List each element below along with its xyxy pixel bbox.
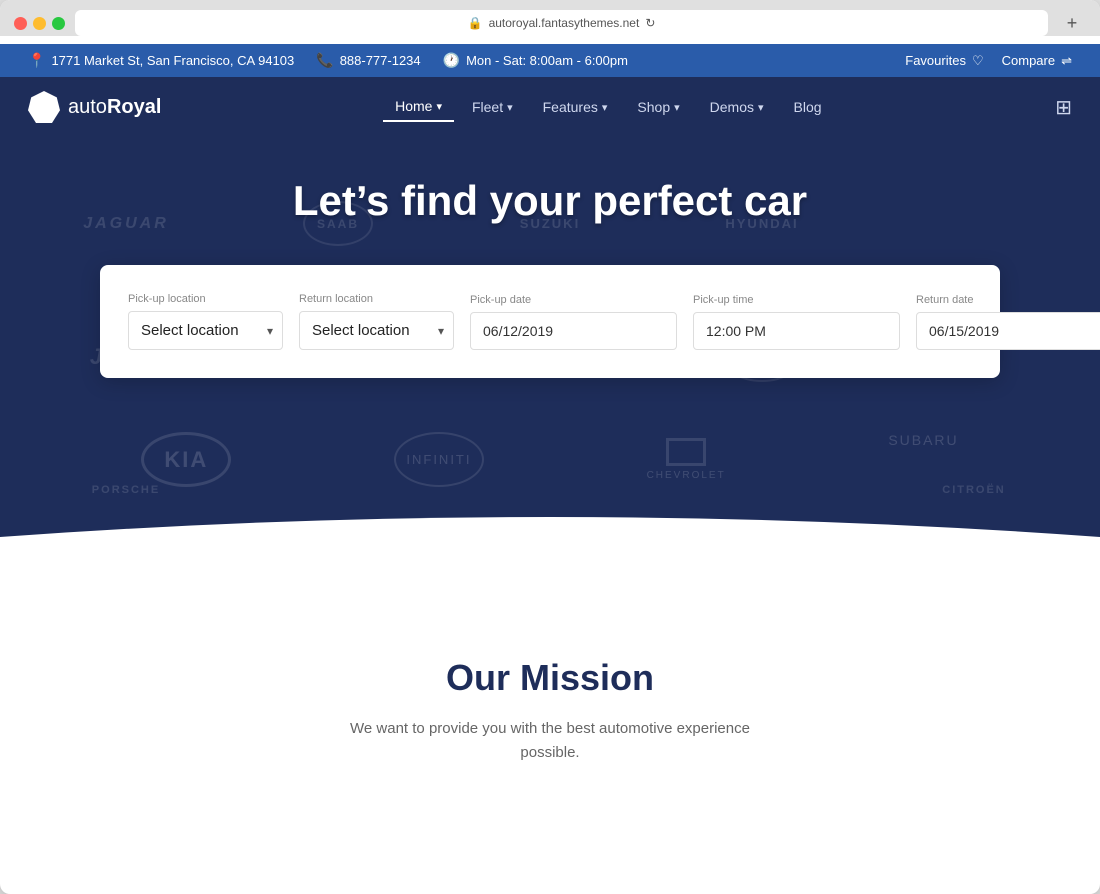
logo-bold: Royal	[107, 96, 161, 118]
close-button[interactable]	[14, 17, 27, 30]
return-date-label: Return date	[916, 294, 1100, 306]
hero-curve	[0, 497, 1100, 577]
return-location-wrapper: Select location	[299, 311, 454, 350]
navigation: autoRoyal Home ▾ Fleet ▾ Features ▾ Shop…	[0, 77, 1100, 137]
phone-text: 888-777-1234	[340, 53, 421, 68]
favourites-item[interactable]: Favourites ♡	[905, 53, 983, 69]
chevron-down-icon: ▾	[602, 101, 608, 114]
nav-home-label: Home	[395, 98, 432, 114]
hours-item: 🕐 Mon - Sat: 8:00am - 6:00pm	[443, 52, 628, 69]
address-text: 1771 Market St, San Francisco, CA 94103	[51, 53, 294, 68]
hero-title: Let’s find your perfect car	[293, 177, 807, 225]
brand-subaru: SUBARU	[888, 432, 958, 487]
location-icon: 📍	[28, 52, 45, 69]
reload-icon[interactable]: ↻	[645, 16, 655, 30]
phone-item: 📞 888-777-1234	[316, 52, 420, 69]
url-text: autoroyal.fantasythemes.net	[489, 16, 640, 30]
return-location-field: Return location Select location	[299, 293, 454, 350]
pickup-date-input[interactable]	[470, 312, 677, 350]
nav-item-demos[interactable]: Demos ▾	[698, 93, 776, 121]
compare-item[interactable]: Compare ⇌	[1002, 53, 1072, 69]
info-bar: 📍 1771 Market St, San Francisco, CA 9410…	[0, 44, 1100, 77]
hours-text: Mon - Sat: 8:00am - 6:00pm	[466, 53, 628, 68]
nav-item-blog[interactable]: Blog	[782, 93, 834, 121]
address-item: 📍 1771 Market St, San Francisco, CA 9410…	[28, 52, 294, 69]
info-bar-right: Favourites ♡ Compare ⇌	[905, 53, 1072, 69]
chevron-down-icon: ▾	[674, 101, 680, 114]
compare-text: Compare	[1002, 53, 1055, 68]
browser-window: 🔒 autoroyal.fantasythemes.net ↻ + 📍 1771…	[0, 0, 1100, 894]
nav-item-features[interactable]: Features ▾	[531, 93, 620, 121]
favourites-text: Favourites	[905, 53, 966, 68]
login-button[interactable]: ⊞	[1055, 95, 1072, 120]
minimize-button[interactable]	[33, 17, 46, 30]
pickup-date-field: Pick-up date	[470, 294, 677, 350]
pickup-time-label: Pick-up time	[693, 294, 900, 306]
mission-text: We want to provide you with the best aut…	[340, 717, 760, 765]
pickup-location-wrapper: Select location	[128, 311, 283, 350]
pickup-time-field: Pick-up time	[693, 294, 900, 350]
return-location-label: Return location	[299, 293, 454, 305]
pickup-time-input[interactable]	[693, 312, 900, 350]
brand-chevrolet: CHEVROLET	[647, 432, 726, 487]
chevron-down-icon: ▾	[758, 101, 764, 114]
nav-item-home[interactable]: Home ▾	[383, 92, 454, 122]
address-bar[interactable]: 🔒 autoroyal.fantasythemes.net ↻	[75, 10, 1048, 36]
chevron-down-icon: ▾	[436, 100, 442, 113]
brand-infiniti: INFINITI	[394, 432, 484, 487]
compare-icon: ⇌	[1061, 53, 1072, 69]
search-box: Pick-up location Select location Return …	[100, 265, 1000, 378]
nav-menu: Home ▾ Fleet ▾ Features ▾ Shop ▾ Demos ▾…	[383, 92, 833, 122]
logo-text: autoRoyal	[68, 96, 161, 119]
browser-chrome: 🔒 autoroyal.fantasythemes.net ↻ +	[0, 0, 1100, 36]
new-tab-button[interactable]: +	[1058, 10, 1086, 36]
logo[interactable]: autoRoyal	[28, 91, 161, 123]
nav-features-label: Features	[543, 99, 598, 115]
maximize-button[interactable]	[52, 17, 65, 30]
mission-section: Our Mission We want to provide you with …	[0, 577, 1100, 805]
brands-bottom-row: KIA INFINITI CHEVROLET SUBARU	[0, 432, 1100, 487]
info-bar-left: 📍 1771 Market St, San Francisco, CA 9410…	[28, 52, 628, 69]
clock-icon: 🕐	[443, 52, 460, 69]
logo-light: auto	[68, 96, 107, 118]
return-date-field: Return date	[916, 294, 1100, 350]
phone-icon: 📞	[316, 52, 333, 69]
nav-demos-label: Demos	[710, 99, 754, 115]
brand-kia: KIA	[141, 432, 231, 487]
nav-item-fleet[interactable]: Fleet ▾	[460, 93, 525, 121]
pickup-date-label: Pick-up date	[470, 294, 677, 306]
nav-item-shop[interactable]: Shop ▾	[625, 93, 691, 121]
nav-blog-label: Blog	[794, 99, 822, 115]
pickup-location-label: Pick-up location	[128, 293, 283, 305]
mission-title: Our Mission	[28, 657, 1072, 699]
heart-icon: ♡	[972, 53, 984, 69]
lock-icon: 🔒	[468, 16, 483, 30]
nav-shop-label: Shop	[637, 99, 670, 115]
return-date-input[interactable]	[916, 312, 1100, 350]
hero-section: JAGUAR SAAB SUZUKI HYUNDAI Jeep RENAULT …	[0, 137, 1100, 577]
nav-fleet-label: Fleet	[472, 99, 503, 115]
chevron-down-icon: ▾	[507, 101, 513, 114]
window-controls	[14, 17, 65, 30]
pickup-location-field: Pick-up location Select location	[128, 293, 283, 350]
pickup-location-select[interactable]: Select location	[128, 311, 283, 350]
return-location-select[interactable]: Select location	[299, 311, 454, 350]
logo-icon	[28, 91, 60, 123]
